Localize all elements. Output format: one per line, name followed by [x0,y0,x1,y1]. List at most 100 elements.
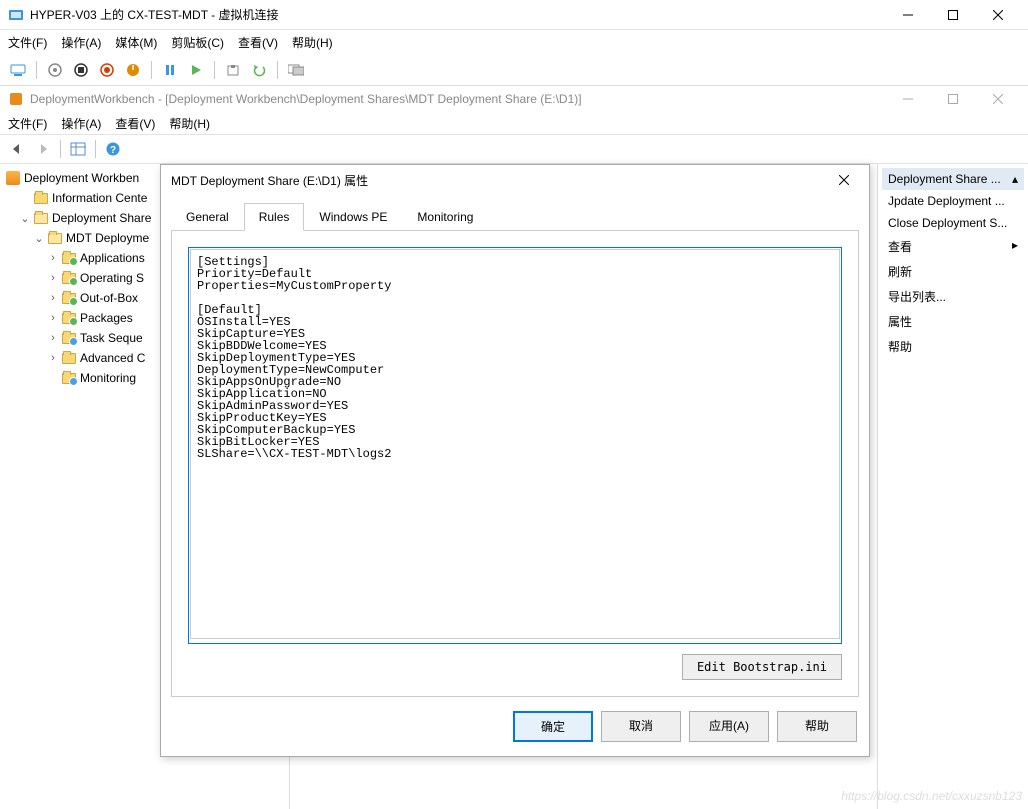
revert-icon[interactable] [249,60,269,80]
action-help[interactable]: 帮助 [882,334,1024,359]
mmc-close-button[interactable] [975,85,1020,113]
rules-textarea[interactable] [190,249,840,639]
folder-icon [62,273,76,284]
rules-focus-border [188,247,842,644]
chevron-right-icon: ▸ [1012,238,1018,255]
properties-dialog: MDT Deployment Share (E:\D1) 属性 General … [160,164,870,757]
hyperv-titlebar: HYPER-V03 上的 CX-TEST-MDT - 虚拟机连接 [0,0,1028,30]
mmc-menu-action[interactable]: 操作(A) [61,115,101,132]
start-icon[interactable] [45,60,65,80]
action-refresh[interactable]: 刷新 [882,259,1024,284]
mmc-menubar: 文件(F) 操作(A) 查看(V) 帮助(H) [0,112,1028,134]
folder-open-icon [34,213,48,224]
apply-button[interactable]: 应用(A) [689,711,769,742]
action-close[interactable]: Close Deployment S... [882,212,1024,234]
minimize-button[interactable] [885,1,930,29]
hv-menu-view[interactable]: 查看(V) [238,34,278,51]
watermark-text: https://blog.csdn.net/cxxuzsnb123 [841,789,1022,803]
hv-menu-help[interactable]: 帮助(H) [292,34,333,51]
actions-header-text: Deployment Share ... [888,172,1001,186]
play-icon[interactable] [186,60,206,80]
action-view[interactable]: 查看▸ [882,234,1024,259]
maximize-button[interactable] [930,1,975,29]
separator [277,61,278,79]
pause-icon[interactable] [160,60,180,80]
mmc-maximize-button[interactable] [930,85,975,113]
separator [214,61,215,79]
folder-icon [62,313,76,324]
actions-header[interactable]: Deployment Share ... ▴ [882,168,1024,190]
collapse-icon[interactable]: ▴ [1012,172,1018,186]
help-button[interactable]: 帮助 [777,711,857,742]
hv-menu-action[interactable]: 操作(A) [61,34,101,51]
back-icon[interactable] [6,138,28,160]
mdt-icon [8,91,24,107]
mmc-window-controls [885,85,1020,113]
mmc-menu-view[interactable]: 查看(V) [115,115,155,132]
hyperv-window-controls [885,1,1020,29]
mmc-minimize-button[interactable] [885,85,930,113]
reset-icon[interactable] [123,60,143,80]
action-properties[interactable]: 属性 [882,309,1024,334]
tab-body: Edit Bootstrap.ini [171,230,859,697]
tab-windows-pe[interactable]: Windows PE [304,203,402,231]
turnoff-icon[interactable] [71,60,91,80]
hyperv-toolbar [0,54,1028,86]
hv-menu-clipboard[interactable]: 剪贴板(C) [171,34,224,51]
shutdown-icon[interactable] [97,60,117,80]
expand-icon[interactable]: › [46,312,60,324]
enhanced-session-icon[interactable] [286,60,306,80]
folder-icon [62,253,76,264]
hyperv-menubar: 文件(F) 操作(A) 媒体(M) 剪贴板(C) 查看(V) 帮助(H) [0,30,1028,54]
hv-menu-media[interactable]: 媒体(M) [115,34,157,51]
mmc-title-text: DeploymentWorkbench - [Deployment Workbe… [30,92,885,106]
expand-icon[interactable]: › [46,332,60,344]
folder-icon [62,293,76,304]
expand-icon[interactable]: › [46,272,60,284]
tab-general[interactable]: General [171,203,244,231]
tab-monitoring[interactable]: Monitoring [402,203,488,231]
expand-icon[interactable]: › [46,352,60,364]
mmc-menu-file[interactable]: 文件(F) [8,115,47,132]
collapse-icon[interactable]: ⌄ [18,212,32,225]
ctrl-alt-del-icon[interactable] [8,60,28,80]
mmc-nav-toolbar: ? [0,134,1028,164]
hyperv-icon [8,7,24,23]
mmc-titlebar: DeploymentWorkbench - [Deployment Workbe… [0,86,1028,112]
separator [95,140,96,158]
folder-open-icon [48,233,62,244]
dialog-title-text: MDT Deployment Share (E:\D1) 属性 [171,172,829,189]
svg-text:?: ? [110,145,116,156]
show-hide-icon[interactable] [67,138,89,160]
folder-icon [62,373,76,384]
action-export[interactable]: 导出列表... [882,284,1024,309]
expand-icon[interactable]: › [46,292,60,304]
edit-bootstrap-button[interactable]: Edit Bootstrap.ini [682,654,842,680]
action-update[interactable]: Jpdate Deployment ... [882,190,1024,212]
workbench-icon [6,171,20,185]
separator [36,61,37,79]
folder-icon [34,193,48,204]
actions-panel: Deployment Share ... ▴ Jpdate Deployment… [878,164,1028,809]
collapse-icon[interactable]: ⌄ [32,232,46,245]
tab-rules[interactable]: Rules [244,203,305,231]
hyperv-title-text: HYPER-V03 上的 CX-TEST-MDT - 虚拟机连接 [30,6,885,23]
close-button[interactable] [975,1,1020,29]
hv-menu-file[interactable]: 文件(F) [8,34,47,51]
folder-icon [62,353,76,364]
ok-button[interactable]: 确定 [513,711,593,742]
dialog-close-button[interactable] [829,167,859,193]
content-panel: MDT Deployment Share (E:\D1) 属性 General … [290,164,878,809]
dialog-titlebar: MDT Deployment Share (E:\D1) 属性 [161,165,869,195]
mmc-menu-help[interactable]: 帮助(H) [169,115,210,132]
help-icon[interactable]: ? [102,138,124,160]
forward-icon[interactable] [32,138,54,160]
expand-icon[interactable]: › [46,252,60,264]
separator [60,140,61,158]
folder-icon [62,333,76,344]
cancel-button[interactable]: 取消 [601,711,681,742]
separator [151,61,152,79]
dialog-tabbar: General Rules Windows PE Monitoring [161,195,869,231]
checkpoint-icon[interactable] [223,60,243,80]
dialog-button-row: 确定 取消 应用(A) 帮助 [161,697,869,756]
